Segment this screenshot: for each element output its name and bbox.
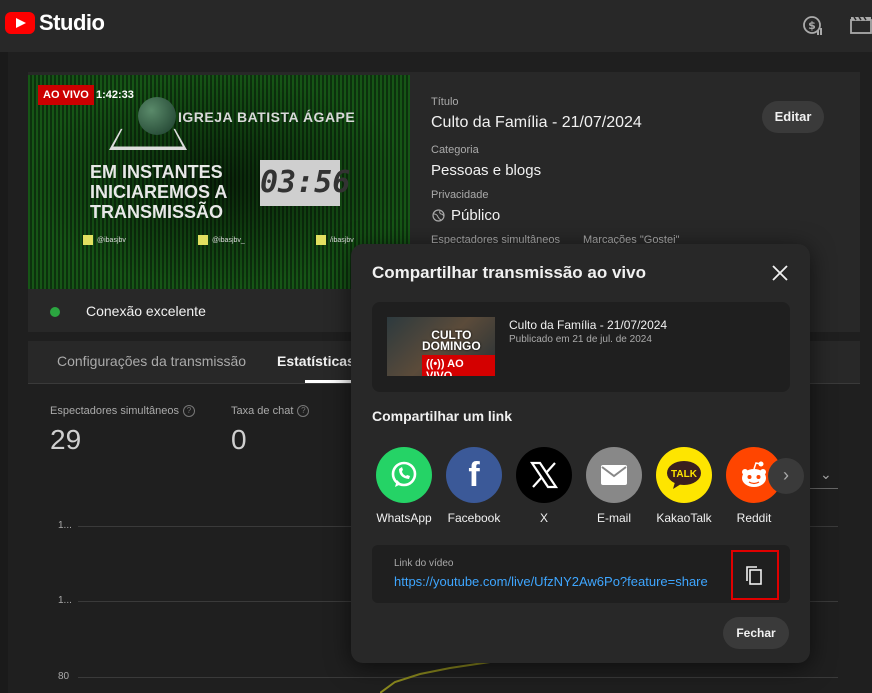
facebook-icon: f — [468, 455, 480, 494]
elapsed-time: 1:42:33 — [96, 89, 134, 101]
share-label-reddit: Reddit — [736, 511, 772, 525]
video-link-field: Link do vídeo https://youtube.com/live/U… — [372, 545, 790, 603]
preview-headline: EM INSTANTES INICIAREMOS A TRANSMISSÃO — [90, 162, 228, 222]
left-sidebar-edge — [0, 52, 8, 693]
tab-statistics[interactable]: Estatísticas — [277, 353, 355, 369]
share-label-email: E-mail — [596, 511, 631, 525]
privacy-value: Público — [451, 207, 501, 224]
social-twitter: @ibasjbv — [83, 235, 126, 245]
video-thumbnail: CULTO DOMINGO ((•)) AO VIVO — [387, 317, 495, 376]
reddit-icon — [742, 461, 766, 487]
bible-icon — [109, 128, 187, 150]
thumb-live-badge: ((•)) AO VIVO — [422, 355, 495, 376]
viewers-line-chart — [380, 661, 491, 693]
stats-chat-value: 0 — [231, 424, 247, 455]
logo-text: Studio — [39, 10, 105, 35]
top-bar: Studio $ — [0, 0, 872, 52]
twitter-icon — [83, 235, 93, 245]
category-value: Pessoas e blogs — [431, 162, 542, 179]
share-email-button[interactable] — [586, 447, 642, 503]
video-link-url[interactable]: https://youtube.com/live/UfzNY2Aw6Po?fea… — [394, 574, 708, 589]
connection-status-text: Conexão excelente — [86, 303, 206, 319]
monetization-icon[interactable]: $ — [802, 14, 824, 36]
studio-logo[interactable]: Studio — [5, 10, 105, 36]
axis-label: 80 — [58, 671, 70, 682]
status-dot-icon — [50, 307, 60, 317]
clapper-icon[interactable] — [850, 14, 872, 36]
svg-text:$: $ — [808, 19, 816, 32]
share-label-x: X — [539, 511, 548, 525]
close-button[interactable]: Fechar — [723, 617, 789, 649]
email-icon — [601, 465, 627, 485]
share-label-kakaotalk: KakaoTalk — [656, 511, 712, 525]
social-instagram: @ibasjbv_ — [198, 235, 245, 245]
instagram-icon — [198, 235, 208, 245]
chevron-down-icon[interactable]: ⌄ — [820, 466, 832, 483]
share-kakaotalk-button[interactable]: TALK — [656, 447, 712, 503]
globe-icon — [432, 209, 445, 222]
stats-viewers-value: 29 — [50, 424, 82, 455]
help-icon: ? — [183, 405, 196, 417]
tab-stream-settings[interactable]: Configurações da transmissão — [57, 353, 246, 369]
share-whatsapp-button[interactable] — [376, 447, 432, 503]
share-dialog: Compartilhar transmissão ao vivo CULTO D… — [351, 244, 810, 663]
social-facebook: /ibasjbv — [316, 235, 354, 245]
x-icon — [529, 461, 559, 489]
copy-link-button[interactable] — [731, 550, 779, 600]
share-label-facebook: Facebook — [447, 511, 501, 525]
video-card: CULTO DOMINGO ((•)) AO VIVO Culto da Fam… — [372, 302, 790, 392]
share-heading: Compartilhar um link — [372, 408, 513, 424]
axis-label: 1... — [58, 595, 72, 606]
video-title: Culto da Família - 21/07/2024 — [509, 318, 668, 332]
video-published: Publicado em 21 de jul. de 2024 — [509, 334, 652, 345]
share-label-whatsapp: WhatsApp — [376, 511, 432, 525]
chevron-right-icon[interactable]: › — [768, 458, 804, 494]
close-icon[interactable] — [769, 262, 791, 284]
video-link-label: Link do vídeo — [394, 558, 454, 569]
facebook-small-icon — [316, 235, 326, 245]
kakaotalk-icon: TALK — [667, 461, 701, 489]
share-x-button[interactable] — [516, 447, 572, 503]
category-label: Categoria — [431, 144, 479, 156]
title-label: Título — [431, 96, 459, 108]
help-icon: ? — [297, 405, 310, 417]
title-value: Culto da Família - 21/07/2024 — [431, 114, 642, 131]
thumb-title: CULTO DOMINGO — [422, 328, 481, 353]
axis-label: 1... — [58, 520, 72, 531]
youtube-logo-icon — [5, 12, 35, 34]
share-facebook-button[interactable]: f — [446, 447, 502, 503]
dialog-title: Compartilhar transmissão ao vivo — [372, 263, 646, 282]
stats-viewers-label: Espectadores simultâneos? — [50, 405, 196, 417]
whatsapp-icon — [391, 461, 417, 487]
church-name: IGREJA BATISTA ÁGAPE — [178, 109, 356, 125]
stats-chat-label: Taxa de chat? — [231, 405, 310, 417]
copy-icon — [746, 566, 762, 585]
privacy-label: Privacidade — [431, 189, 489, 201]
live-badge: AO VIVO — [38, 85, 94, 105]
countdown-clock: 03:56 — [260, 160, 350, 206]
edit-button[interactable]: Editar — [762, 101, 824, 133]
svg-text:TALK: TALK — [671, 469, 698, 480]
